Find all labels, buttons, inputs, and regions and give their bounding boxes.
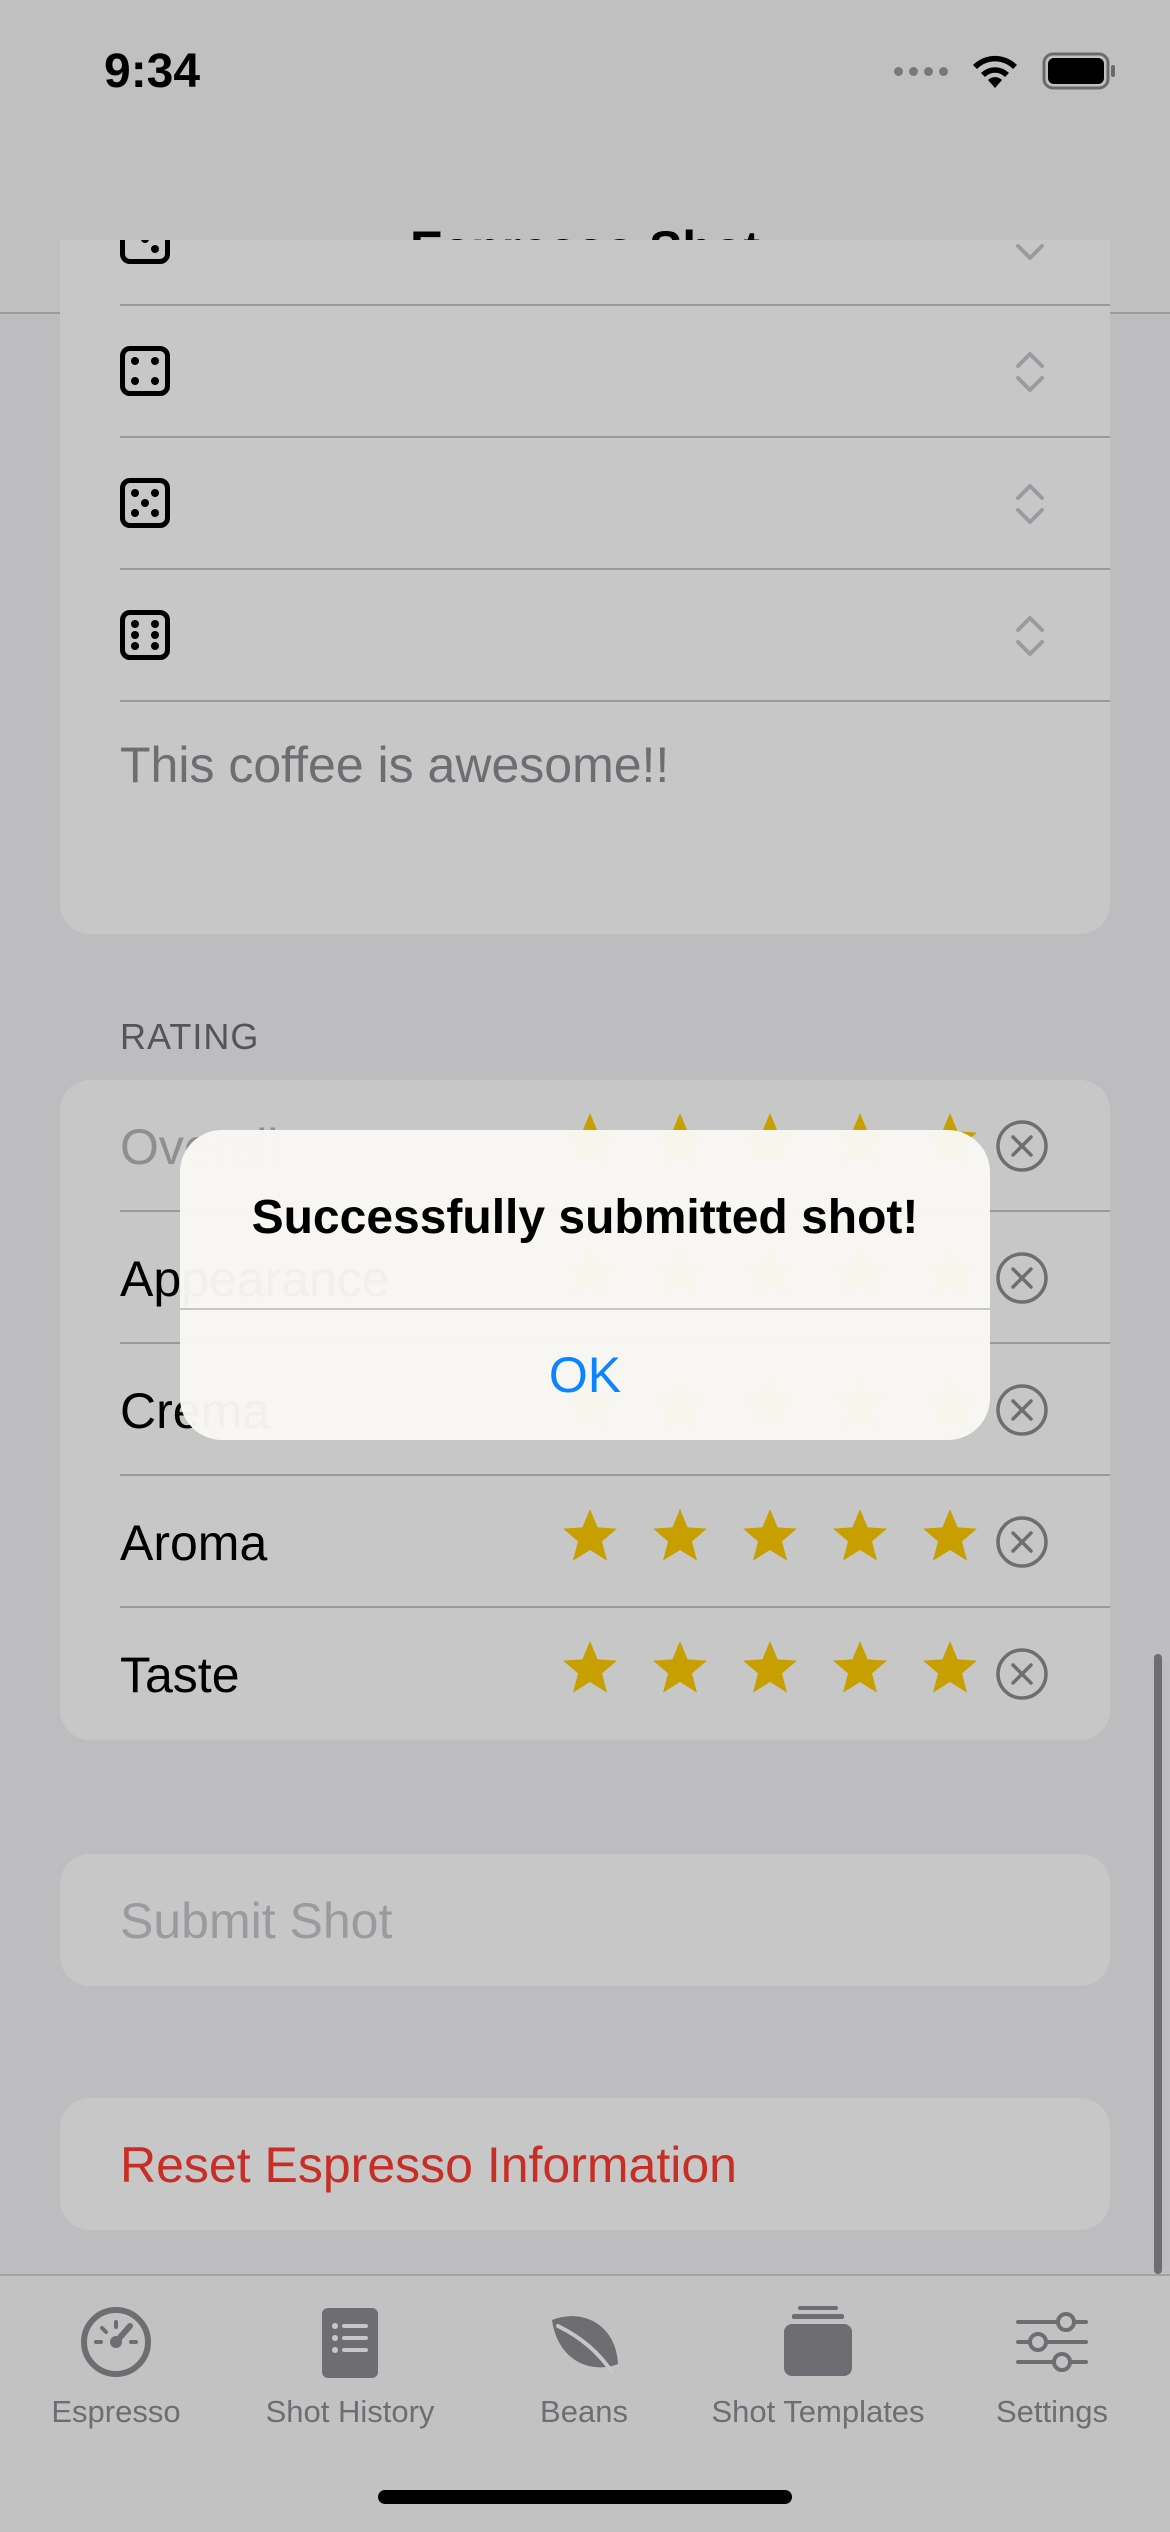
home-indicator [378,2490,792,2504]
alert-title: Successfully submitted shot! [251,1191,919,1244]
alert-ok-button[interactable]: OK [180,1310,990,1440]
success-alert: Successfully submitted shot! OK [180,1130,990,1440]
